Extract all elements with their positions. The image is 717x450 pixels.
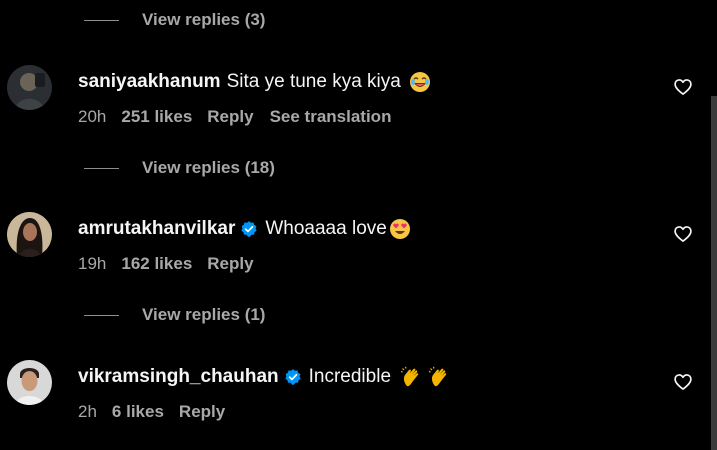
verified-badge-icon: [284, 369, 301, 385]
comment-body: vikramsingh_chauhan Incredible: [78, 364, 451, 390]
comment-timestamp: 19h: [78, 254, 107, 273]
comment-body: amrutakhanvilkar Whoaaaa love: [78, 216, 411, 242]
heart-outline-icon[interactable]: [673, 224, 693, 244]
laughing-face-emoji-icon: [409, 71, 431, 93]
heart-outline-icon[interactable]: [673, 372, 693, 392]
replies-divider-line: [84, 314, 119, 316]
comment-meta: 20h 251 likes Reply See translation: [78, 105, 391, 129]
view-replies-button[interactable]: View replies (3): [84, 8, 265, 32]
comment-username[interactable]: vikramsingh_chauhan: [78, 366, 279, 388]
avatar[interactable]: [7, 212, 52, 257]
view-replies-button[interactable]: View replies (18): [84, 156, 275, 180]
reply-button[interactable]: Reply: [207, 107, 253, 127]
replies-divider-line: [84, 167, 119, 169]
comment-text: Incredible: [308, 366, 392, 387]
comment-item: saniyaakhanum Sita ye tune kya kiya 20h …: [0, 65, 717, 145]
comment-item: amrutakhanvilkar Whoaaaa love 19h 162 li…: [0, 212, 717, 292]
view-replies-label: View replies (18): [142, 158, 275, 177]
comment-item: vikramsingh_chauhan Incredible 2h 6 like…: [0, 360, 717, 440]
verified-badge-icon: [241, 221, 258, 237]
heart-outline-icon[interactable]: [673, 77, 693, 97]
reply-button[interactable]: Reply: [179, 402, 225, 422]
comment-meta: 19h 162 likes Reply: [78, 252, 270, 276]
comment-body: saniyaakhanum Sita ye tune kya kiya: [78, 69, 431, 95]
comment-likes-count[interactable]: 162 likes: [121, 254, 192, 274]
comment-likes-count[interactable]: 6 likes: [112, 402, 164, 422]
avatar[interactable]: [7, 65, 52, 110]
comment-text: Whoaaaa love: [265, 218, 387, 239]
comment-meta: 2h 6 likes Reply: [78, 400, 241, 424]
see-translation-button[interactable]: See translation: [270, 107, 392, 127]
clapping-hands-emoji-icon: [428, 366, 451, 388]
view-replies-button[interactable]: View replies (1): [84, 303, 265, 327]
heart-eyes-emoji-icon: [389, 218, 411, 240]
comment-username[interactable]: saniyaakhanum: [78, 71, 221, 93]
comment-username[interactable]: amrutakhanvilkar: [78, 218, 235, 240]
clapping-hands-emoji-icon: [400, 366, 423, 388]
comment-text: Sita ye tune kya kiya: [226, 71, 401, 92]
comment-likes-count[interactable]: 251 likes: [121, 107, 192, 127]
view-replies-label: View replies (3): [142, 10, 266, 29]
reply-button[interactable]: Reply: [207, 254, 253, 274]
replies-divider-line: [84, 19, 119, 21]
comment-timestamp: 20h: [78, 107, 107, 126]
view-replies-label: View replies (1): [142, 305, 266, 324]
avatar[interactable]: [7, 360, 52, 405]
comment-timestamp: 2h: [78, 402, 97, 421]
scrollbar[interactable]: [711, 96, 717, 450]
